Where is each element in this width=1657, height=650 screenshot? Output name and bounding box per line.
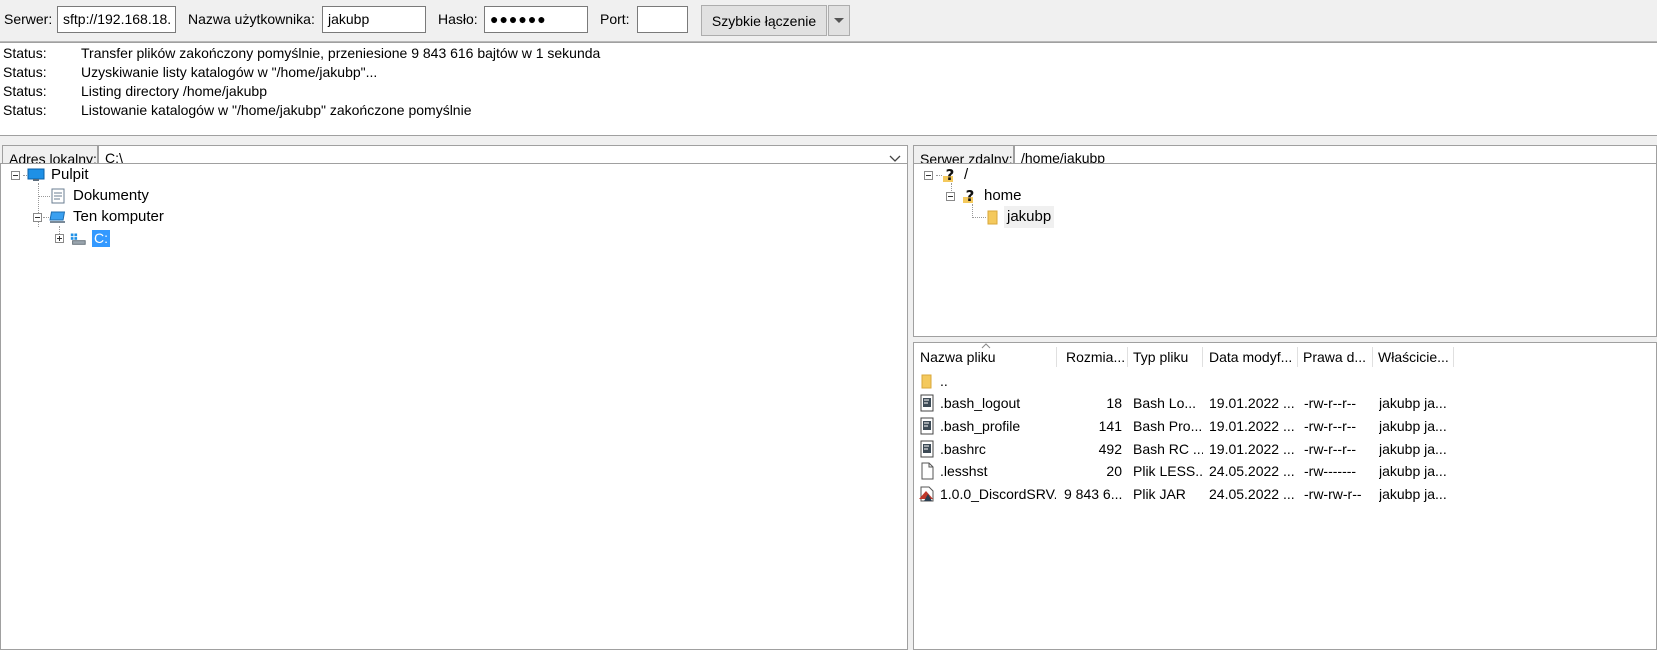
- column-header-name[interactable]: Nazwa pliku: [920, 343, 1058, 371]
- desktop-icon: [27, 168, 45, 181]
- file-modified: 24.05.2022 ...: [1209, 463, 1295, 479]
- username-label: Nazwa użytkownika:: [188, 11, 315, 27]
- documents-icon: [51, 188, 65, 204]
- file-type: Bash Lo...: [1133, 395, 1197, 411]
- log-entry: Status: Transfer plików zakończony pomyśl…: [3, 45, 601, 61]
- table-row[interactable]: 1.0.0_DiscordSRV... 9 843 6... Plik JAR …: [914, 483, 1656, 505]
- remote-directory-tree[interactable]: ? / ? home jakubp: [913, 163, 1657, 337]
- file-permissions: -rw-------: [1304, 463, 1357, 479]
- column-header-modified[interactable]: Data modyf...: [1209, 343, 1299, 371]
- unknown-folder-icon: ?: [943, 167, 955, 183]
- collapse-toggle[interactable]: [11, 171, 20, 180]
- password-input[interactable]: ●●●●●●: [484, 6, 588, 33]
- log-entry: Status: Listowanie katalogów w "/home/jak…: [3, 102, 472, 118]
- tree-item-label: Ten komputer: [73, 208, 164, 225]
- file-owner: jakubp ja...: [1379, 441, 1447, 457]
- table-row[interactable]: .bashrc 492 Bash RC ... 19.01.2022 ... -…: [914, 438, 1656, 460]
- port-label: Port:: [600, 11, 630, 27]
- folder-icon: [987, 210, 998, 225]
- file-owner: jakubp ja...: [1379, 418, 1447, 434]
- expand-toggle[interactable]: [55, 234, 64, 243]
- file-owner: jakubp ja...: [1379, 463, 1447, 479]
- tree-item-label: jakubp: [1004, 206, 1055, 228]
- file-type: Plik LESS...: [1133, 463, 1203, 479]
- file-list-header: Nazwa pliku Rozmia... Typ pliku Data mod…: [914, 343, 1656, 371]
- file-type: Plik JAR: [1133, 486, 1186, 502]
- file-size: 492: [1098, 441, 1122, 457]
- file-size: 20: [1106, 463, 1122, 479]
- file-name: ..: [940, 373, 948, 389]
- file-size: 18: [1106, 395, 1122, 411]
- chevron-down-icon[interactable]: [889, 155, 901, 163]
- svg-text:?: ?: [946, 167, 955, 183]
- file-size: 9 843 6...: [1064, 486, 1122, 502]
- chevron-down-icon: [834, 17, 844, 23]
- file-modified: 19.01.2022 ...: [1209, 418, 1295, 434]
- tree-item-label: Pulpit: [51, 166, 89, 183]
- host-label: Serwer:: [4, 11, 53, 27]
- file-permissions: -rw-r--r--: [1304, 441, 1357, 457]
- collapse-toggle[interactable]: [946, 192, 955, 201]
- column-header-type[interactable]: Typ pliku: [1133, 343, 1203, 371]
- file-modified: 19.01.2022 ...: [1209, 441, 1295, 457]
- quickconnect-button[interactable]: Szybkie łączenie: [701, 5, 827, 36]
- jar-file-icon: [919, 486, 934, 502]
- host-input[interactable]: sftp://192.168.18.: [57, 6, 176, 33]
- column-header-permissions[interactable]: Prawa d...: [1303, 343, 1373, 371]
- table-row[interactable]: .bash_profile 141 Bash Pro... 19.01.2022…: [914, 415, 1656, 437]
- log-entry: Status: Uzyskiwanie listy katalogów w "/h…: [3, 64, 378, 80]
- file-owner: jakubp ja...: [1379, 486, 1447, 502]
- unknown-folder-icon: ?: [963, 188, 975, 204]
- file-owner: jakubp ja...: [1379, 395, 1447, 411]
- tree-item-label: C:: [92, 230, 110, 247]
- collapse-toggle[interactable]: [924, 171, 933, 180]
- file-name: .bashrc: [940, 441, 986, 457]
- table-row[interactable]: ..: [914, 370, 1656, 392]
- file-permissions: -rw-rw-r--: [1304, 486, 1362, 502]
- file-permissions: -rw-r--r--: [1304, 418, 1357, 434]
- username-input[interactable]: jakubp: [322, 6, 426, 33]
- column-header-owner[interactable]: Właścicie...: [1378, 343, 1453, 371]
- file-name: .lesshst: [940, 463, 988, 479]
- log-entry: Status: Listing directory /home/jakubp: [3, 83, 267, 99]
- file-modified: 19.01.2022 ...: [1209, 395, 1295, 411]
- folder-icon: [921, 374, 932, 389]
- column-header-size[interactable]: Rozmia...: [1066, 343, 1124, 371]
- port-input[interactable]: [637, 6, 688, 33]
- table-row[interactable]: .bash_logout 18 Bash Lo... 19.01.2022 ..…: [914, 392, 1656, 414]
- tree-item-label: home: [984, 187, 1022, 204]
- blank-file-icon: [921, 462, 934, 480]
- collapse-toggle[interactable]: [33, 213, 42, 222]
- script-file-icon: [920, 394, 934, 412]
- file-type: Bash Pro...: [1133, 418, 1203, 434]
- message-log[interactable]: Status: Transfer plików zakończony pomyśl…: [0, 42, 1657, 136]
- computer-icon: [49, 211, 66, 223]
- quickconnect-bar: Serwer: sftp://192.168.18. Nazwa użytkow…: [0, 0, 1657, 42]
- remote-file-list[interactable]: Nazwa pliku Rozmia... Typ pliku Data mod…: [913, 342, 1657, 650]
- file-size: 141: [1098, 418, 1122, 434]
- tree-item-label: Dokumenty: [73, 187, 149, 204]
- script-file-icon: [920, 417, 934, 435]
- svg-text:?: ?: [966, 188, 975, 204]
- file-name: 1.0.0_DiscordSRV...: [940, 486, 1056, 502]
- drive-icon: [70, 233, 86, 245]
- file-modified: 24.05.2022 ...: [1209, 486, 1295, 502]
- local-directory-tree[interactable]: Pulpit Dokumenty Ten komputer C:: [0, 163, 908, 650]
- script-file-icon: [920, 440, 934, 458]
- file-name: .bash_profile: [940, 418, 1021, 434]
- password-label: Hasło:: [438, 11, 478, 27]
- file-name: .bash_logout: [940, 395, 1021, 411]
- quickconnect-dropdown-button[interactable]: [828, 5, 850, 36]
- table-row[interactable]: .lesshst 20 Plik LESS... 24.05.2022 ... …: [914, 460, 1656, 482]
- file-type: Bash RC ...: [1133, 441, 1203, 457]
- file-permissions: -rw-r--r--: [1304, 395, 1357, 411]
- tree-item-label: /: [964, 166, 969, 183]
